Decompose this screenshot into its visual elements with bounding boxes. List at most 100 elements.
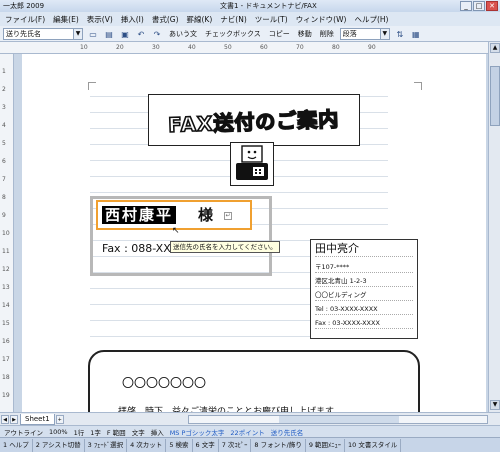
fkey-2[interactable]: 2 アシスト切替 bbox=[33, 438, 85, 452]
outline-toggle[interactable]: アウトライン bbox=[4, 427, 43, 437]
menu-edit[interactable]: 編集(E) bbox=[52, 14, 80, 25]
horizontal-scrollbar[interactable] bbox=[188, 415, 488, 424]
vertical-ruler[interactable]: 1 2 3 4 5 6 7 8 9 10 11 12 13 14 15 16 1… bbox=[0, 54, 14, 412]
menu-tools[interactable]: ツール(T) bbox=[254, 14, 289, 25]
ruler-tick: 7 bbox=[2, 176, 6, 183]
function-key-bar: 1 ヘルプ 2 アシスト切替 3 ﾌｪｰﾄﾞ選択 4 次カット 5 検索 6 文… bbox=[0, 437, 500, 452]
ruler-tick: 2 bbox=[2, 86, 6, 93]
style-combo-value: 送り先氏名 bbox=[6, 29, 41, 38]
fkey-7[interactable]: 7 次ｺﾋﾟｰ bbox=[219, 438, 252, 452]
document-page[interactable]: FAX送付のご案内 西村康平 様 ↵ ↖ Fax : 088-XX 送信先の氏名… bbox=[22, 54, 486, 412]
paragraph-combo[interactable]: 段落 ▼ bbox=[339, 27, 390, 40]
open-folder-icon[interactable]: ▤ bbox=[103, 28, 115, 40]
fkey-1[interactable]: 1 ヘルプ bbox=[0, 438, 33, 452]
margin-corner-mark bbox=[88, 82, 96, 90]
scroll-up-icon[interactable]: ▲ bbox=[490, 43, 500, 53]
scroll-down-icon[interactable]: ▼ bbox=[490, 400, 500, 410]
sender-block[interactable]: 田中亮介 〒107-**** 港区北青山 1-2-3 〇〇ビルディング Tel … bbox=[310, 239, 418, 339]
undo-icon[interactable]: ↶ bbox=[135, 28, 147, 40]
maximize-button[interactable]: □ bbox=[473, 1, 485, 11]
ruler-tick: 4 bbox=[2, 122, 6, 129]
ruler-tick: 19 bbox=[2, 392, 10, 399]
fkey-8[interactable]: 8 フォント/飾り bbox=[251, 438, 306, 452]
zoom-level[interactable]: 100% bbox=[49, 428, 68, 436]
margin-corner-mark bbox=[414, 82, 422, 90]
recipient-fax-line[interactable]: Fax : 088-XX bbox=[102, 242, 171, 256]
chevron-down-icon[interactable]: ▼ bbox=[73, 28, 82, 39]
fkey-10[interactable]: 10 文書スタイル bbox=[345, 438, 402, 452]
move-button[interactable]: 移動 bbox=[296, 29, 314, 39]
fkey-6[interactable]: 6 文字 bbox=[193, 438, 219, 452]
sender-fax[interactable]: Fax : 03-XXXX-XXXX bbox=[315, 318, 413, 329]
fkey-9[interactable]: 9 範囲ﾒﾆｭｰ bbox=[306, 438, 346, 452]
vertical-scrollbar[interactable]: ▲ ▼ bbox=[488, 42, 500, 412]
font-size[interactable]: 22ポイント bbox=[230, 427, 264, 437]
menu-navi[interactable]: ナビ(N) bbox=[219, 14, 247, 25]
menu-file[interactable]: ファイル(F) bbox=[4, 14, 46, 25]
menu-format[interactable]: 書式(G) bbox=[151, 14, 180, 25]
checkbox-button[interactable]: チェックボックス bbox=[203, 29, 263, 39]
sender-postal[interactable]: 〒107-**** bbox=[315, 262, 413, 273]
minimize-button[interactable]: _ bbox=[460, 1, 472, 11]
scroll-thumb[interactable] bbox=[490, 66, 500, 126]
horizontal-ruler[interactable]: 10 20 30 40 50 60 70 80 90 bbox=[0, 42, 500, 54]
fkey-3[interactable]: 3 ﾌｪｰﾄﾞ選択 bbox=[85, 438, 128, 452]
copy-button[interactable]: コピー bbox=[267, 29, 292, 39]
sender-address[interactable]: 港区北青山 1-2-3 bbox=[315, 276, 413, 287]
menu-help[interactable]: ヘルプ(H) bbox=[353, 14, 389, 25]
greeting-text[interactable]: 拝啓 時下、益々ご清栄のこととお慶び申し上げます。 bbox=[118, 404, 342, 412]
menu-insert[interactable]: 挿入(I) bbox=[120, 14, 145, 25]
grid-icon[interactable]: ▦ bbox=[410, 28, 422, 40]
menu-ruled-line[interactable]: 罫線(K) bbox=[186, 14, 214, 25]
close-button[interactable]: ✕ bbox=[486, 1, 498, 11]
sort-icon[interactable]: ⇅ bbox=[394, 28, 406, 40]
new-document-icon[interactable]: ▭ bbox=[87, 28, 99, 40]
fkey-4[interactable]: 4 次カット bbox=[127, 438, 167, 452]
prev-sheet-icon[interactable]: ◀ bbox=[1, 414, 9, 424]
app-name: 一太郎 2009 bbox=[3, 2, 45, 10]
ruler-tick: 18 bbox=[2, 374, 10, 381]
mouse-pointer-icon: ↖ bbox=[172, 226, 180, 236]
ruler-tick: 13 bbox=[2, 284, 10, 291]
sheet-tab[interactable]: Sheet1 bbox=[20, 413, 55, 425]
fax-title-wordart[interactable]: FAX送付のご案内 bbox=[148, 94, 360, 146]
sender-name[interactable]: 田中亮介 bbox=[315, 242, 413, 257]
fax-machine-icon[interactable] bbox=[230, 142, 274, 186]
ruler-tick: 70 bbox=[296, 44, 304, 51]
next-sheet-icon[interactable]: ▶ bbox=[10, 414, 18, 424]
add-sheet-icon[interactable]: + bbox=[55, 414, 64, 424]
title-bar: 一太郎 2009 文書1 - ドキュメントナビ/FAX _ □ ✕ bbox=[0, 0, 500, 12]
ruler-tick: 30 bbox=[152, 44, 160, 51]
ruler-tick: 17 bbox=[2, 356, 10, 363]
aiueo-button[interactable]: あいう文 bbox=[167, 29, 199, 39]
scroll-thumb[interactable] bbox=[279, 416, 399, 423]
subject-placeholder[interactable]: 〇〇〇〇〇〇〇 bbox=[122, 374, 206, 391]
document-title: 文書1 - ドキュメントナビ/FAX bbox=[220, 2, 317, 10]
range-indicator: F 範囲 bbox=[106, 428, 126, 437]
save-icon[interactable]: ▣ bbox=[119, 28, 131, 40]
menu-view[interactable]: 表示(V) bbox=[86, 14, 114, 25]
fkey-5[interactable]: 5 検索 bbox=[166, 438, 193, 452]
sender-tel[interactable]: Tel : 03-XXXX-XXXX bbox=[315, 304, 413, 315]
menu-window[interactable]: ウィンドウ(W) bbox=[295, 14, 348, 25]
field-name: 送り先氏名 bbox=[270, 428, 304, 437]
ruler-tick: 14 bbox=[2, 302, 10, 309]
chars-indicator: 文字 bbox=[131, 428, 145, 437]
field-tooltip: 送信先の氏名を入力してください。 bbox=[170, 241, 280, 253]
chevron-down-icon[interactable]: ▼ bbox=[379, 28, 389, 39]
ruler-tick: 5 bbox=[2, 140, 6, 147]
font-name[interactable]: MS Pゴシック太字 bbox=[170, 427, 225, 437]
sender-building[interactable]: 〇〇ビルディング bbox=[315, 290, 413, 301]
insert-mode[interactable]: 挿入 bbox=[151, 427, 164, 437]
ruler-tick: 6 bbox=[2, 158, 6, 165]
return-mark-icon: ↵ bbox=[224, 212, 232, 220]
ruler-tick: 9 bbox=[2, 212, 6, 219]
menu-bar: ファイル(F) 編集(E) 表示(V) 挿入(I) 書式(G) 罫線(K) ナビ… bbox=[0, 12, 500, 26]
recipient-name[interactable]: 西村康平 bbox=[102, 206, 177, 224]
delete-button[interactable]: 削除 bbox=[318, 29, 336, 39]
ruler-tick: 1 bbox=[2, 68, 6, 75]
fax-title-text: FAX送付のご案内 bbox=[167, 106, 341, 138]
redo-icon[interactable]: ↷ bbox=[151, 28, 163, 40]
char-indicator: 1字 bbox=[90, 428, 101, 437]
style-combo[interactable]: 送り先氏名 ▼ bbox=[3, 27, 83, 40]
